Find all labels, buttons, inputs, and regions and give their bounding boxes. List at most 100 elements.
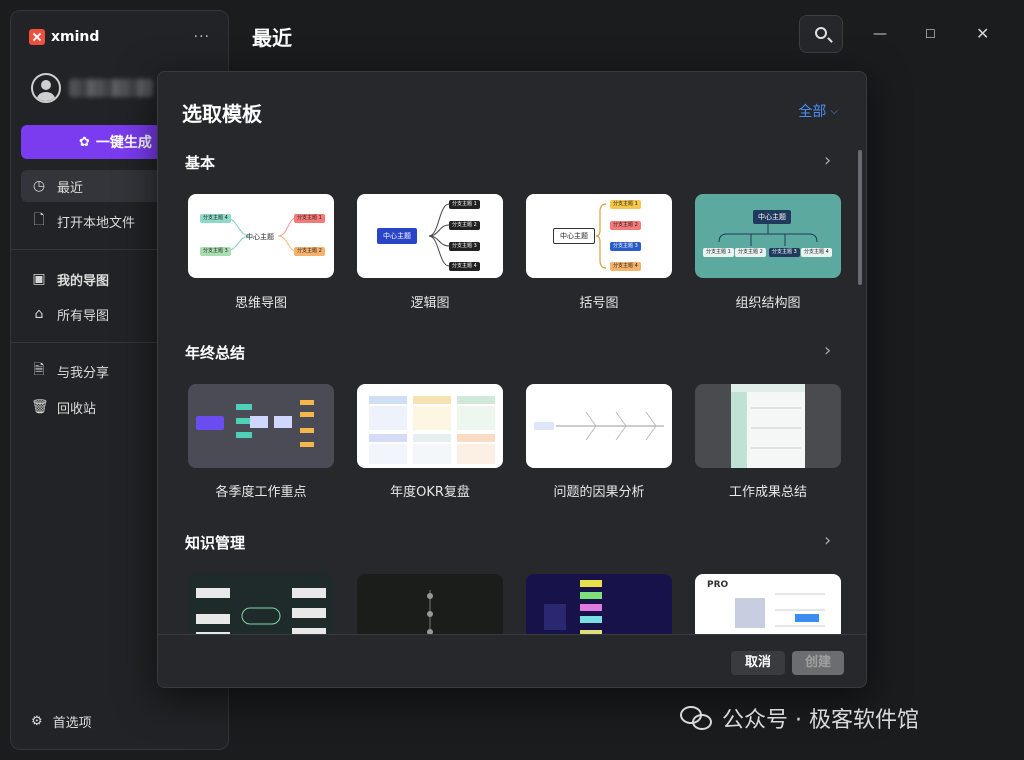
gear-icon: ⚙ xyxy=(31,713,43,729)
template-thumbnail xyxy=(196,588,326,634)
sidebar-item-label: 我的导图 xyxy=(57,273,110,289)
brace-map-preview xyxy=(595,203,607,269)
template-thumbnail xyxy=(369,396,495,464)
central-topic: 中心主题 xyxy=(753,210,791,224)
branch-topic: 分支主题 1 xyxy=(703,248,734,257)
org-chart-preview xyxy=(718,224,818,246)
shared-file-icon: 🗎 xyxy=(33,362,45,378)
template-card-quarterly-focus[interactable] xyxy=(188,384,334,468)
user-account[interactable] xyxy=(31,73,153,103)
xmind-logo-icon xyxy=(29,29,45,45)
open-file-icon: 🗋 xyxy=(33,212,45,228)
close-icon[interactable]: ✕ xyxy=(976,24,989,43)
template-card-knowledge-3[interactable] xyxy=(526,574,672,634)
maximize-icon[interactable]: ☐ xyxy=(925,27,936,41)
branch-topic: 分支主题 3 xyxy=(200,247,231,256)
template-card-label: 工作成果总结 xyxy=(728,485,807,500)
sidebar-item-shared[interactable]: 🗎 与我分享 xyxy=(21,355,161,387)
branch-topic: 分支主题 4 xyxy=(449,262,480,271)
generate-label: 一键生成 xyxy=(95,135,152,151)
watermark: 公众号 · 极客软件馆 xyxy=(680,702,919,734)
dialog-title: 选取模板 xyxy=(182,102,262,126)
drive-icon: ▣ xyxy=(32,271,46,287)
scrollbar[interactable] xyxy=(858,150,862,285)
one-click-generate-button[interactable]: ✿ 一键生成 xyxy=(21,125,161,159)
template-thumbnail xyxy=(534,411,664,441)
branch-topic: 分支主题 1 xyxy=(449,200,480,209)
sidebar-item-label: 回收站 xyxy=(57,401,97,417)
sidebar-item-label: 最近 xyxy=(57,180,84,196)
create-button[interactable]: 创建 xyxy=(792,651,844,675)
home-icon: ⌂ xyxy=(34,306,44,322)
page-title: 最近 xyxy=(252,26,292,50)
sidebar-item-label: 打开本地文件 xyxy=(57,215,136,231)
branch-topic: 分支主题 4 xyxy=(801,248,832,257)
template-card-label: 逻辑图 xyxy=(410,296,450,311)
wechat-icon xyxy=(680,704,714,732)
template-card-label: 组织结构图 xyxy=(735,296,801,311)
avatar[interactable] xyxy=(31,73,61,103)
template-card-knowledge-2[interactable] xyxy=(357,574,503,634)
template-card-okr-review[interactable] xyxy=(357,384,503,468)
clock-icon: ◷ xyxy=(32,178,46,194)
preferences-button[interactable]: ⚙ 首选项 xyxy=(21,707,92,735)
template-card-label: 各季度工作重点 xyxy=(215,485,307,500)
chevron-down-icon: ⌵ xyxy=(830,105,838,117)
branch-topic: 分支主题 1 xyxy=(294,214,325,223)
template-thumbnail xyxy=(544,580,602,634)
template-card-brace-map[interactable]: 中心主题 分支主题 1 分支主题 2 分支主题 3 分支主题 4 xyxy=(526,194,672,278)
section-title: 知识管理 xyxy=(185,534,246,552)
sidebar-item-all-maps[interactable]: ⌂ 所有导图 xyxy=(21,298,161,330)
template-card-label: 括号图 xyxy=(579,296,619,311)
branch-topic: 分支主题 2 xyxy=(735,248,766,257)
chevron-right-icon[interactable]: › xyxy=(824,340,831,361)
search-button[interactable] xyxy=(799,15,843,53)
template-card-work-results[interactable] xyxy=(695,384,841,468)
chevron-right-icon[interactable]: › xyxy=(824,530,831,551)
sparkle-icon: ✿ xyxy=(79,134,90,150)
trash-icon: 🗑 xyxy=(31,399,49,415)
chevron-right-icon[interactable]: › xyxy=(824,150,831,171)
sidebar-item-open-local[interactable]: 🗋 打开本地文件 xyxy=(21,205,161,237)
preferences-label: 首选项 xyxy=(52,715,92,731)
central-topic: 中心主题 xyxy=(553,228,595,244)
branch-topic: 分支主题 2 xyxy=(449,221,480,230)
branch-topic: 分支主题 2 xyxy=(294,247,325,256)
search-icon xyxy=(815,27,827,39)
template-list[interactable]: 基本 › 中心主题 分支主题 4 分支主题 1 分支主题 3 分支主题 2 思维… xyxy=(158,142,858,634)
template-card-mind-map[interactable]: 中心主题 分支主题 4 分支主题 1 分支主题 3 分支主题 2 xyxy=(188,194,334,278)
branch-topic: 分支主题 3 xyxy=(769,248,800,257)
branch-topic: 分支主题 1 xyxy=(610,200,641,209)
sidebar-item-recent[interactable]: ◷ 最近 xyxy=(21,170,161,202)
branch-topic: 分支主题 3 xyxy=(449,242,480,251)
pro-badge: PRO xyxy=(707,580,729,590)
sidebar-item-trash[interactable]: 🗑 回收站 xyxy=(21,391,161,423)
branch-topic: 分支主题 4 xyxy=(200,214,231,223)
section-title: 基本 xyxy=(185,154,216,172)
template-card-logic-chart[interactable]: 中心主题 分支主题 1 分支主题 2 分支主题 3 分支主题 4 xyxy=(357,194,503,278)
branch-topic: 分支主题 3 xyxy=(610,242,641,251)
filter-label: 全部 xyxy=(798,104,827,120)
template-card-cause-effect[interactable] xyxy=(526,384,672,468)
branch-topic: 分支主题 2 xyxy=(610,221,641,230)
more-menu-icon[interactable]: ··· xyxy=(194,29,210,45)
section-title: 年终总结 xyxy=(185,344,246,362)
watermark-text: 公众号 · 极客软件馆 xyxy=(722,708,919,733)
minimize-icon[interactable]: — xyxy=(873,26,887,42)
template-card-knowledge-1[interactable] xyxy=(188,574,334,634)
sidebar-item-label: 与我分享 xyxy=(57,365,110,381)
template-thumbnail xyxy=(427,590,433,634)
template-thumbnail xyxy=(731,384,805,468)
template-card-label: 问题的因果分析 xyxy=(553,485,645,500)
app-name: xmind xyxy=(51,29,100,45)
sidebar-item-label: 所有导图 xyxy=(57,308,110,324)
template-filter-dropdown[interactable]: 全部 ⌵ xyxy=(798,101,838,121)
sidebar-item-my-maps[interactable]: ▣ 我的导图 xyxy=(21,263,161,295)
cancel-button[interactable]: 取消 xyxy=(731,651,785,675)
template-card-knowledge-4[interactable]: PRO xyxy=(695,574,841,634)
branch-topic: 分支主题 4 xyxy=(610,262,641,271)
template-card-org-chart[interactable]: 中心主题 分支主题 1 分支主题 2 分支主题 3 分支主题 4 xyxy=(695,194,841,278)
template-picker-dialog: 选取模板 全部 ⌵ 基本 › 中心主题 分支主题 4 分支主题 1 分支主题 3… xyxy=(157,71,867,688)
central-topic: 中心主题 xyxy=(377,228,417,244)
template-thumbnail xyxy=(188,384,334,468)
